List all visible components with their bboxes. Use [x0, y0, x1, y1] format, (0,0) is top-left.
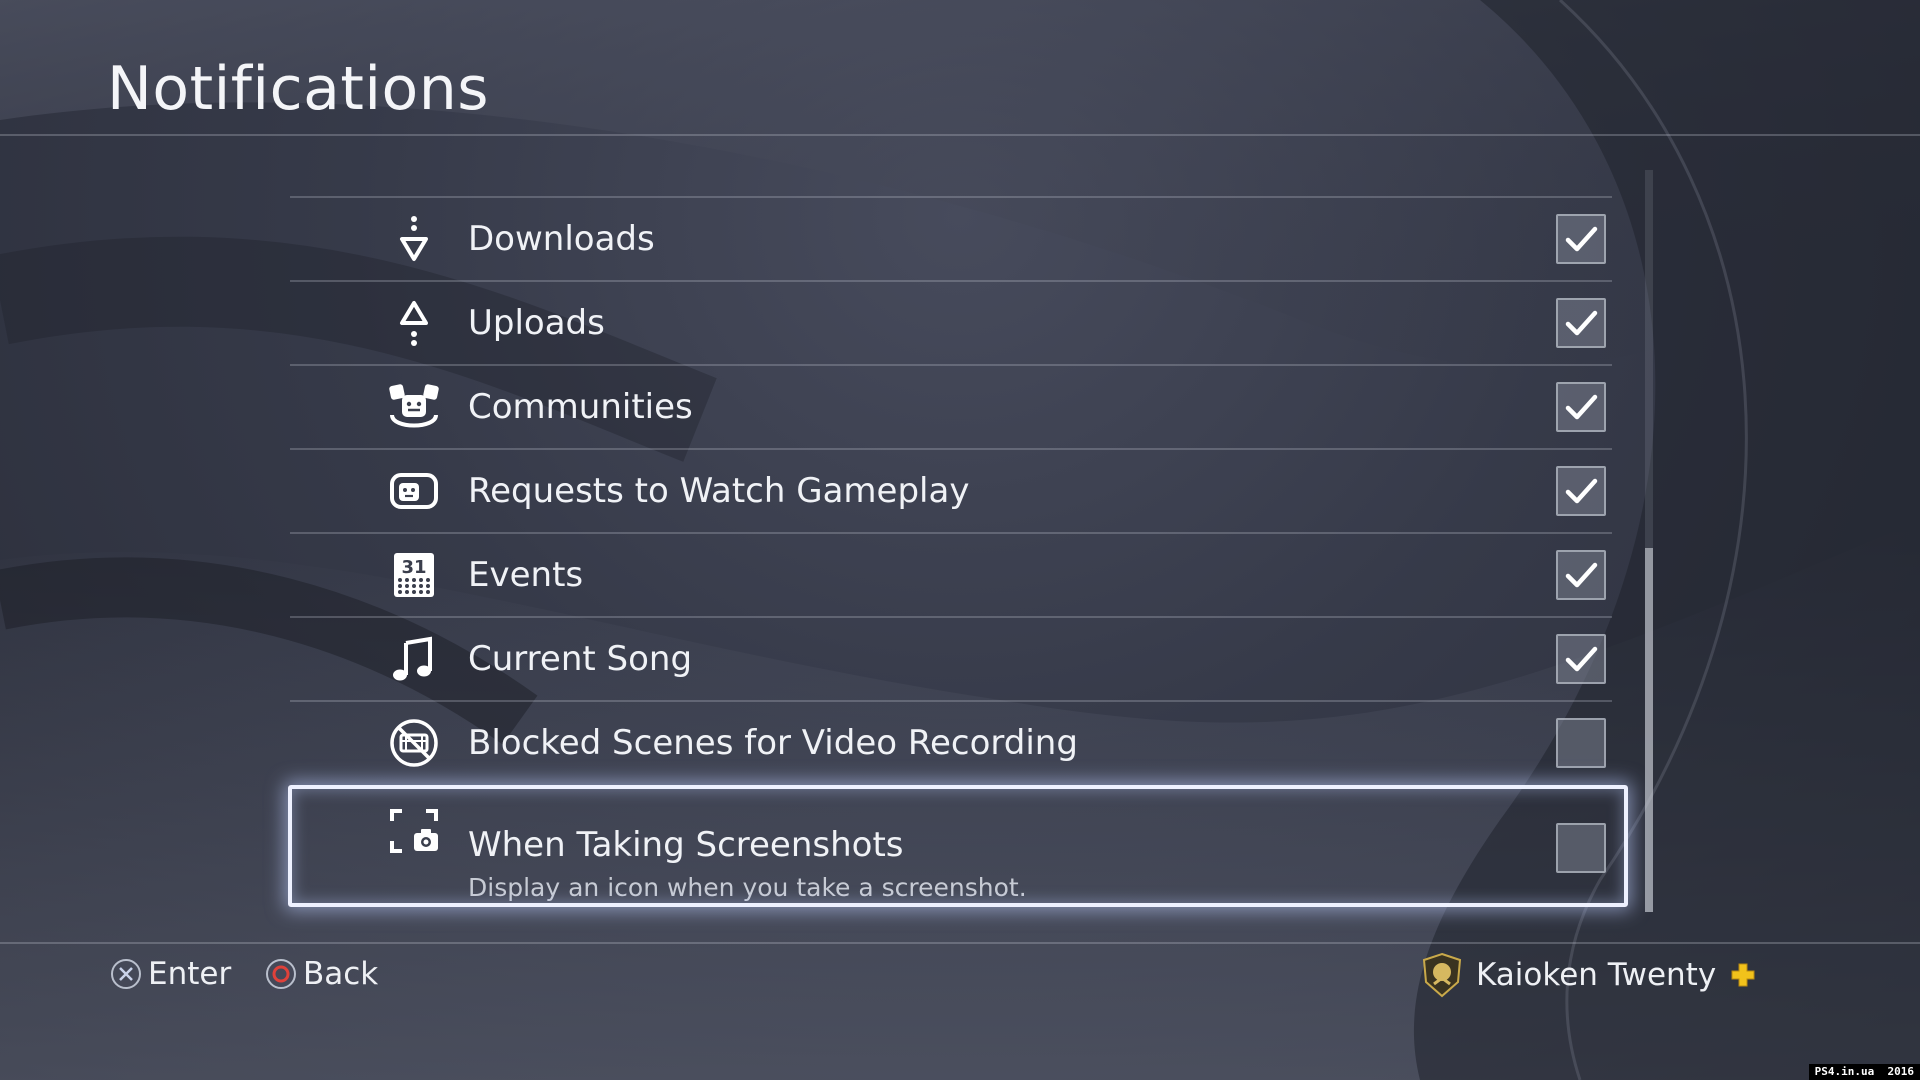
music-note-icon [388, 633, 440, 685]
checkmark-icon [1565, 562, 1598, 588]
scrollbar-thumb[interactable] [1645, 548, 1653, 912]
back-label: Back [303, 956, 379, 992]
checkbox-downloads[interactable] [1556, 214, 1606, 264]
playstation-plus-icon [1731, 963, 1755, 987]
setting-row-communities[interactable]: Communities [290, 366, 1612, 448]
watermark: PS4.in.ua 2016 [1808, 1064, 1920, 1080]
checkmark-icon [1565, 310, 1598, 336]
checkbox-uploads[interactable] [1556, 298, 1606, 348]
checkmark-icon [1565, 394, 1598, 420]
header-divider [0, 134, 1920, 136]
setting-row-blocked-scenes[interactable]: Blocked Scenes for Video Recording [290, 702, 1612, 784]
setting-row-current-song[interactable]: Current Song [290, 618, 1612, 700]
checkbox-current-song[interactable] [1556, 634, 1606, 684]
checkmark-icon [1565, 646, 1598, 672]
setting-row-events[interactable]: 31 Events [290, 534, 1612, 616]
download-icon [388, 213, 440, 265]
circle-button-icon [266, 959, 296, 989]
page-title: Notifications [107, 54, 490, 124]
setting-label: Uploads [468, 303, 605, 343]
calendar-icon: 31 [388, 549, 440, 601]
setting-row-requests-to-watch[interactable]: Requests to Watch Gameplay [290, 450, 1612, 532]
blocked-video-icon [388, 717, 440, 769]
avatar [1422, 952, 1462, 998]
calendar-day-number: 31 [401, 557, 426, 578]
setting-label: Requests to Watch Gameplay [468, 471, 970, 511]
checkbox-events[interactable] [1556, 550, 1606, 600]
scrollbar[interactable] [1645, 170, 1653, 912]
watch-gameplay-icon [388, 465, 440, 517]
user-name: Kaioken Twenty [1476, 957, 1717, 993]
setting-label: Current Song [468, 639, 693, 679]
focus-highlight [288, 785, 1628, 907]
checkbox-communities[interactable] [1556, 382, 1606, 432]
back-action[interactable]: Back [265, 953, 378, 995]
communities-icon [388, 381, 440, 433]
checkbox-requests-to-watch[interactable] [1556, 466, 1606, 516]
setting-label: Communities [468, 387, 693, 427]
setting-label: Events [468, 555, 584, 595]
setting-row-uploads[interactable]: Uploads [290, 282, 1612, 364]
user-profile: Kaioken Twenty [1420, 950, 1756, 1000]
checkmark-icon [1565, 478, 1598, 504]
footer-divider [0, 942, 1920, 944]
checkmark-icon [1565, 226, 1598, 252]
enter-action[interactable]: Enter [110, 953, 231, 995]
setting-label: Downloads [468, 219, 655, 259]
setting-row-downloads[interactable]: Downloads [290, 198, 1612, 280]
checkbox-blocked-scenes[interactable] [1556, 718, 1606, 768]
setting-label: Blocked Scenes for Video Recording [468, 723, 1078, 763]
upload-icon [388, 297, 440, 349]
cross-button-icon [111, 959, 141, 989]
enter-label: Enter [148, 956, 232, 992]
